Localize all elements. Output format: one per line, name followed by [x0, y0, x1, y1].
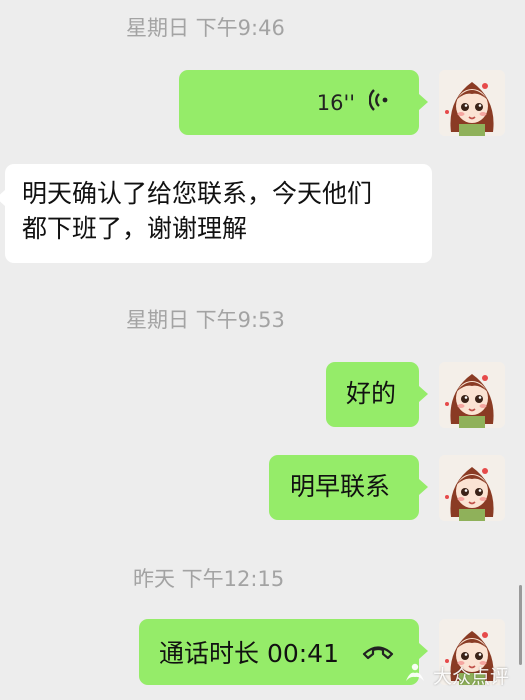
incoming-message-bubble[interactable]: 明天确认了给您联系，今天他们 都下班了，谢谢理解	[0, 164, 432, 263]
watermark: 大众点评	[403, 661, 509, 690]
message-line-1: 明天确认了给您联系，今天他们	[22, 179, 373, 208]
avatar[interactable]	[439, 70, 505, 136]
timestamp: 昨天 下午12:15	[133, 567, 285, 591]
avatar[interactable]	[439, 455, 505, 521]
sent-message-bubble[interactable]: 明早联系	[269, 455, 428, 520]
call-record-bubble[interactable]: 通话时长 00:41	[139, 619, 428, 685]
watermark-logo-icon	[403, 661, 427, 690]
avatar-girl-image	[439, 362, 505, 428]
voice-duration: 16''	[316, 90, 355, 115]
avatar-girl-image	[439, 70, 505, 136]
avatar-girl-image	[439, 455, 505, 521]
voice-wave-icon	[368, 88, 391, 117]
sent-message-bubble[interactable]: 好的	[326, 362, 428, 427]
message-text: 好的	[346, 379, 397, 408]
timestamp: 星期日 下午9:46	[126, 16, 285, 40]
watermark-text: 大众点评	[432, 666, 509, 688]
phone-hangup-icon	[361, 638, 395, 667]
scrollbar[interactable]	[519, 585, 522, 665]
avatar[interactable]	[439, 362, 505, 428]
call-duration-label: 通话时长 00:41	[159, 639, 339, 668]
message-line-2: 都下班了，谢谢理解	[22, 214, 248, 243]
voice-message-bubble[interactable]: 16''	[179, 70, 428, 135]
timestamp: 星期日 下午9:53	[126, 308, 285, 332]
message-text: 明早联系	[290, 472, 391, 501]
